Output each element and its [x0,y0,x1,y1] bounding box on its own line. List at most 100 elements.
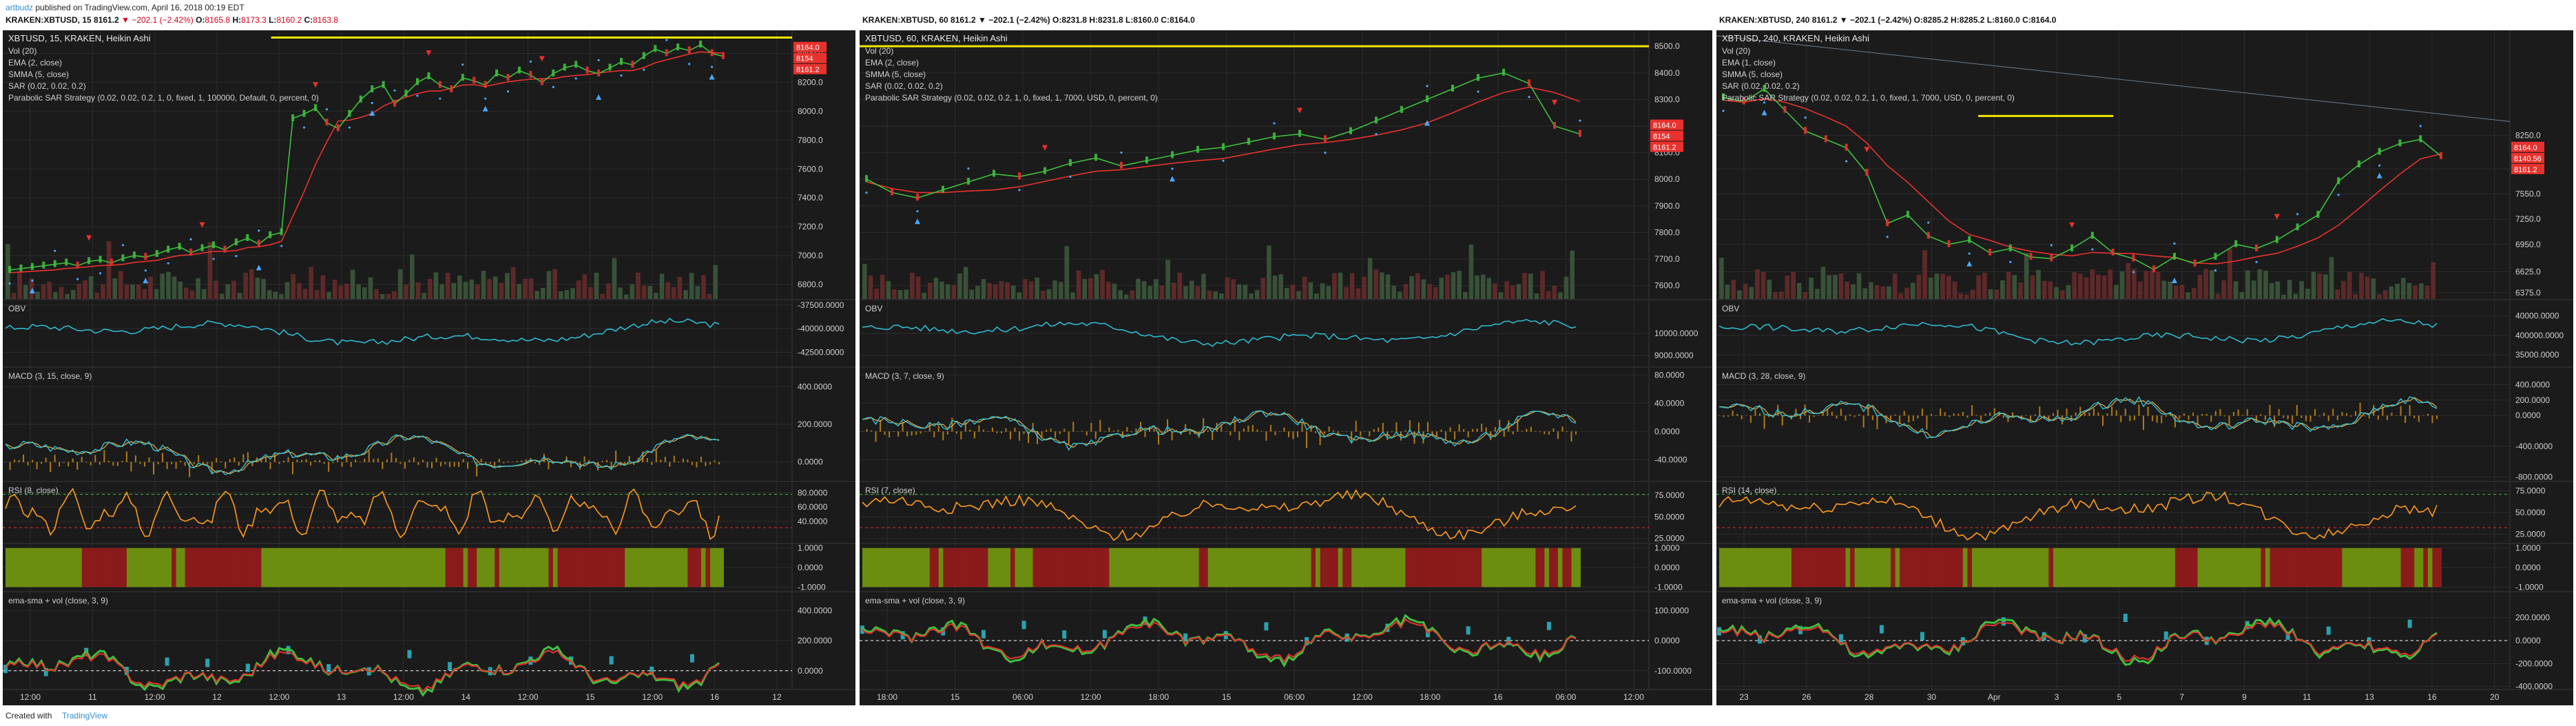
volume-bar [178,281,183,299]
price-obv-band [364,548,370,588]
volume-bar [957,273,962,299]
macd-histogram-bar [691,461,693,466]
macd-histogram-bar [1260,431,1263,432]
volume-bar [1236,284,1242,299]
volume-bar [189,290,195,299]
author-link[interactable]: artbudz [6,3,33,12]
volume-bar [1421,279,1426,299]
macd-histogram-bar [2409,405,2411,416]
volume-bar [1041,290,1046,299]
price-tick-label: 7200.0 [798,222,823,231]
sar-dot [258,229,260,232]
volume-bar [582,274,588,299]
volume-bar [1898,293,1904,299]
price-obv-band [283,548,289,588]
volume-bar [302,289,308,299]
price-obv-band [1863,548,1869,588]
macd-histogram-bar [2097,412,2099,416]
sar-dot [1579,119,1581,122]
chart-panel-60m[interactable]: 18:00 15 06:00 12:00 18:00 15 06:00 12:00 18:00 1… [860,30,1712,705]
macd-histogram-bar [296,459,298,463]
volume-bar [2108,269,2113,299]
price-tick-label: 7600.0 [1654,281,1680,291]
volume-bar [201,289,207,299]
time-axis [1716,689,2573,705]
macd-histogram-bar [395,457,397,463]
price-obv-band [709,548,715,588]
sar-dot [235,255,238,258]
heikin-ashi-candle [631,61,634,68]
price-obv-band [862,548,867,588]
x-tick-label: 7 [2179,692,2184,702]
tradingview-brand[interactable]: TradingView [62,711,107,720]
macd-histogram-bar [911,431,913,436]
chart-panel-15m[interactable]: 12:00 11 12:00 12 12:00 13 12:00 14 12:00 15 12:00… [3,30,855,705]
volume-bar [1070,292,1075,299]
price-obv-band [180,548,186,588]
price-obv-band [2324,548,2329,588]
heikin-ashi-candle [1886,219,1889,227]
chart-panel-240m[interactable]: 23 26 28 30 Apr 3 5 7 9 11 13 16 20 6375.0 6625.0 6950.… [1716,30,2573,705]
volume-bar [1023,279,1028,299]
price-obv-band [1981,548,1986,588]
macd-histogram-bar [1287,431,1289,437]
macd-histogram-bar [897,431,900,437]
price-obv-band [1252,548,1258,588]
volume-bar [2024,253,2029,299]
macd-histogram-bar [2002,415,2004,418]
price-obv-band [1508,548,1514,588]
osc-tick-label: 35000.0000 [2515,350,2559,360]
macd-histogram-bar [171,461,173,464]
volume-bar [552,269,557,299]
osc-tick-label: 400.0000 [2515,380,2550,390]
price-tick-label: 7800.0 [798,135,823,145]
volume-bar [910,273,915,299]
heikin-ashi-candle [280,228,283,236]
macd-histogram-bar [1849,414,1851,416]
volume-bar [1272,276,1278,299]
macd-histogram-bar [1727,415,1730,417]
price-obv-band [2351,548,2356,588]
price-obv-band [368,548,374,588]
macd-histogram-bar [2183,413,2185,416]
macd-histogram-bar [207,461,209,464]
macd-histogram-bar [1203,418,1205,432]
price-obv-band [2112,548,2117,588]
macd-histogram-bar [1853,415,1856,417]
macd-histogram-bar [2264,415,2266,421]
price-obv-band [202,548,208,588]
volume-bar [2281,294,2286,299]
price-obv-band [929,548,935,588]
price-obv-band [10,548,15,588]
ema-sma-volume-block [1062,630,1067,639]
volume-bar [1856,273,1862,299]
macd-histogram-bar [404,461,406,469]
price-obv-band [163,548,168,588]
volume-bar [410,254,415,299]
macd-histogram-bar [399,461,402,464]
heikin-ashi-candle [1247,138,1250,145]
volume-bar [1088,278,1093,299]
volume-bar [1832,274,1838,299]
macd-histogram-bar [23,454,25,463]
price-obv-band [1307,548,1312,588]
heikin-ashi-candle [291,114,295,121]
sar-dot [710,65,714,68]
volume-bar [951,284,957,299]
volume-bar [1552,285,1557,299]
heikin-ashi-candle [110,258,113,266]
volume-bar [2059,290,2065,299]
price-obv-band [1373,548,1379,588]
sar-dot [1222,159,1225,163]
x-tick-label: 20 [2490,692,2500,702]
price-obv-band [956,548,962,588]
heikin-ashi-candle [942,185,944,193]
volume-bar [1332,273,1337,299]
price-obv-band [629,548,634,588]
price-obv-band [1778,548,1783,588]
price-obv-band [1032,548,1038,588]
heikin-ashi-candle [1451,84,1454,92]
price-obv-band [1764,548,1769,588]
osc-tick-label: -40.0000 [1654,455,1687,464]
x-tick-label: 12:00 [1352,692,1373,702]
